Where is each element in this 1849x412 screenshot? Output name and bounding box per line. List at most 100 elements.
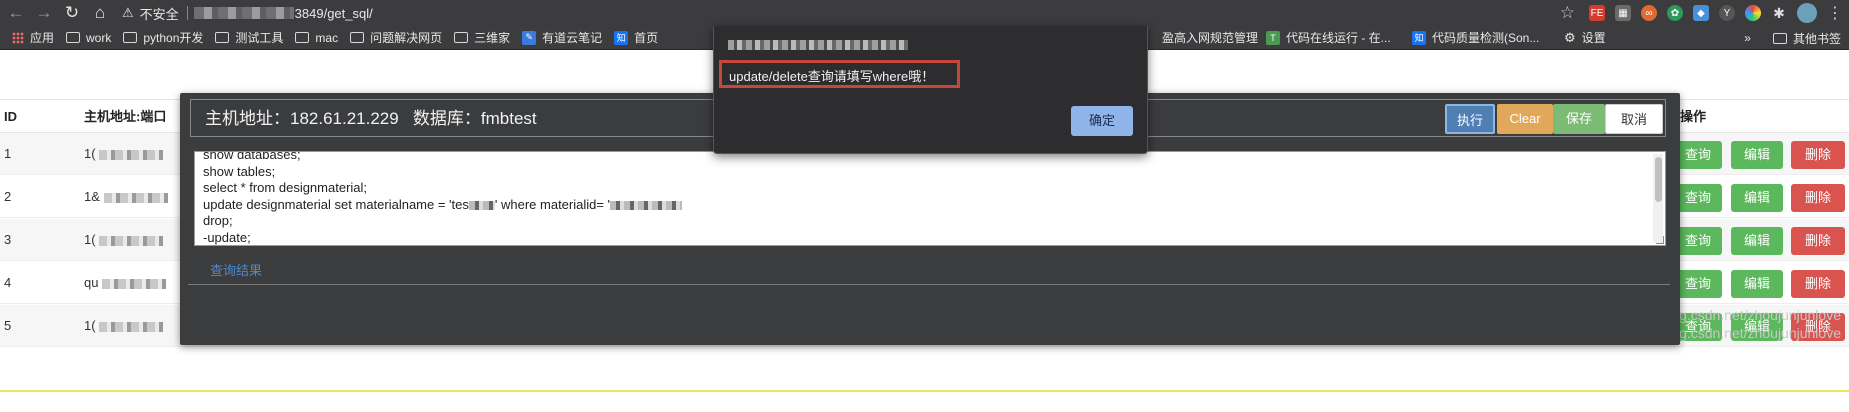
reload-icon[interactable]: ↻ xyxy=(60,1,84,25)
bookmark-youdao[interactable]: ✎ 有道云笔记 xyxy=(522,29,602,46)
bookmark-label: 有道云笔记 xyxy=(542,31,603,45)
folder-icon xyxy=(1772,32,1787,44)
fe-extension-icon[interactable]: FE xyxy=(1589,5,1605,21)
edit-button[interactable]: 编辑 xyxy=(1731,184,1783,212)
row-id: 4 xyxy=(4,275,12,290)
query-button[interactable]: 查询 xyxy=(1674,227,1722,255)
bookmark-folder-mac[interactable]: mac xyxy=(295,31,338,45)
host-label: 主机地址：182.61.21.229 xyxy=(205,109,399,128)
zhihu-icon: 知 xyxy=(1412,30,1426,45)
host-text: 1( xyxy=(84,232,96,247)
host-text: 1& xyxy=(84,189,100,204)
bookmark-label: 测试工具 xyxy=(235,31,284,45)
execute-button[interactable]: 执行 xyxy=(1445,104,1495,134)
bookmark-folder-3vjia[interactable]: 三维家 xyxy=(454,29,510,46)
browser-toolbar: ← → ↻ ⌂ ⚠ 不安全 3849/get_sql/ ☆ FE ▦ ∞ ✿ ◆… xyxy=(0,0,1849,26)
sql-editor[interactable]: show databases; show tables; select * fr… xyxy=(194,151,1666,246)
menu-icon[interactable]: ⋮ xyxy=(1827,3,1843,23)
evernote-icon[interactable]: ✿ xyxy=(1667,5,1683,21)
divider xyxy=(188,284,1670,285)
zhihu-icon: 知 xyxy=(614,30,629,45)
alert-dialog: update/delete查询请填写where哦！ 确定 xyxy=(713,26,1148,154)
bookmark-settings[interactable]: ⚙ 设置 xyxy=(1564,29,1606,46)
code-line: update designmaterial set materialname =… xyxy=(195,196,683,214)
ok-button[interactable]: 确定 xyxy=(1071,106,1133,136)
bookmark-label: 设置 xyxy=(1581,31,1606,45)
bookmark-sonar[interactable]: 知代码质量检测(Son... xyxy=(1412,29,1539,46)
forward-icon[interactable]: → xyxy=(32,1,56,25)
back-icon[interactable]: ← xyxy=(4,1,28,25)
chevron-double-right-icon[interactable]: » xyxy=(1744,31,1751,45)
query-result-link[interactable]: 查询结果 xyxy=(210,260,262,279)
insecure-label: 不安全 xyxy=(139,6,179,22)
bookmark-label: 代码质量检测(Son... xyxy=(1432,31,1540,45)
bookmark-label: python开发 xyxy=(143,31,204,45)
row-host: 1( xyxy=(84,219,164,261)
cancel-button[interactable]: 取消 xyxy=(1605,104,1663,134)
query-button[interactable]: 查询 xyxy=(1674,141,1722,169)
blurred-value xyxy=(468,200,495,210)
blurred-host xyxy=(99,149,164,160)
resize-handle-icon[interactable] xyxy=(1656,236,1664,244)
row-host: 1( xyxy=(84,305,164,347)
host-text: qu xyxy=(84,275,99,290)
extension-icon[interactable]: ∞ xyxy=(1641,5,1657,21)
edit-button[interactable]: 编辑 xyxy=(1731,141,1783,169)
code-line: drop; xyxy=(203,213,233,228)
bookmark-star-icon[interactable]: ☆ xyxy=(1560,3,1575,23)
folder-icon xyxy=(66,32,81,43)
youdao-icon: ✎ xyxy=(522,30,537,45)
divider xyxy=(0,390,1849,392)
bookmark-label: 问题解决网页 xyxy=(370,31,443,45)
bookmark-label: 三维家 xyxy=(474,31,511,45)
code-text: ' where materialid= ' xyxy=(494,196,611,212)
delete-button[interactable]: 删除 xyxy=(1791,270,1845,298)
bookmark-label: mac xyxy=(315,30,339,45)
bookmark-zhihu[interactable]: 知首页 xyxy=(614,29,658,46)
bookmark-label: 代码在线运行 - 在... xyxy=(1286,31,1391,45)
header-actions: 操作 xyxy=(1680,109,1707,124)
bookmark-label: 其他书签 xyxy=(1792,31,1841,46)
diamond-extension-icon[interactable]: ◆ xyxy=(1693,5,1709,21)
code-runner-icon: T xyxy=(1266,30,1280,45)
bookmark-apps[interactable]: 应用 xyxy=(12,29,54,46)
bookmark-label: 盈高入网规范管理 xyxy=(1162,31,1259,45)
header-id: ID xyxy=(4,109,17,124)
extensions-area: ☆ FE ▦ ∞ ✿ ◆ Y ✱ ⋮ xyxy=(1560,0,1849,26)
bookmark-other[interactable]: 其他书签 xyxy=(1772,30,1841,47)
folder-icon xyxy=(350,32,365,43)
address-bar[interactable]: ⚠ 不安全 3849/get_sql/ xyxy=(122,2,373,24)
delete-button[interactable]: 删除 xyxy=(1791,227,1845,255)
warning-icon: ⚠ xyxy=(122,5,134,20)
host-text: 1( xyxy=(84,146,96,161)
bookmark-yinggao[interactable]: 盈高入网规范管理 xyxy=(1162,29,1258,46)
home-icon[interactable]: ⌂ xyxy=(88,1,112,25)
blurred-host xyxy=(193,7,294,19)
query-button[interactable]: 查询 xyxy=(1674,184,1722,212)
save-button[interactable]: 保存 xyxy=(1553,104,1605,134)
url-path: 3849/get_sql/ xyxy=(294,5,373,21)
bookmark-code-runner[interactable]: T 代码在线运行 - 在... xyxy=(1266,29,1391,46)
host-text: 1( xyxy=(84,318,96,333)
delete-button[interactable]: 删除 xyxy=(1791,184,1845,212)
puzzle-icon[interactable]: ✱ xyxy=(1771,5,1787,21)
bookmark-folder-test-tools[interactable]: 测试工具 xyxy=(215,29,283,46)
bookmark-folder-python[interactable]: python开发 xyxy=(123,29,203,46)
delete-button[interactable]: 删除 xyxy=(1791,141,1845,169)
clear-button[interactable]: Clear xyxy=(1497,104,1553,134)
bookmark-folder-problems[interactable]: 问题解决网页 xyxy=(350,29,442,46)
color-extension-icon[interactable] xyxy=(1745,5,1761,21)
y-extension-icon[interactable]: Y xyxy=(1719,5,1735,21)
edit-button[interactable]: 编辑 xyxy=(1731,270,1783,298)
query-button[interactable]: 查询 xyxy=(1674,270,1722,298)
bookmark-folder-work[interactable]: work xyxy=(66,31,111,45)
blurred-host xyxy=(99,321,164,332)
scrollbar-thumb[interactable] xyxy=(1655,157,1662,202)
code-line: select * from designmaterial; xyxy=(203,180,368,195)
row-id: 3 xyxy=(4,232,12,247)
avatar[interactable] xyxy=(1797,3,1817,23)
qr-extension-icon[interactable]: ▦ xyxy=(1615,5,1631,21)
edit-button[interactable]: 编辑 xyxy=(1731,227,1783,255)
bookmark-label: 首页 xyxy=(634,31,659,45)
alert-message: update/delete查询请填写where哦！ xyxy=(729,69,935,84)
